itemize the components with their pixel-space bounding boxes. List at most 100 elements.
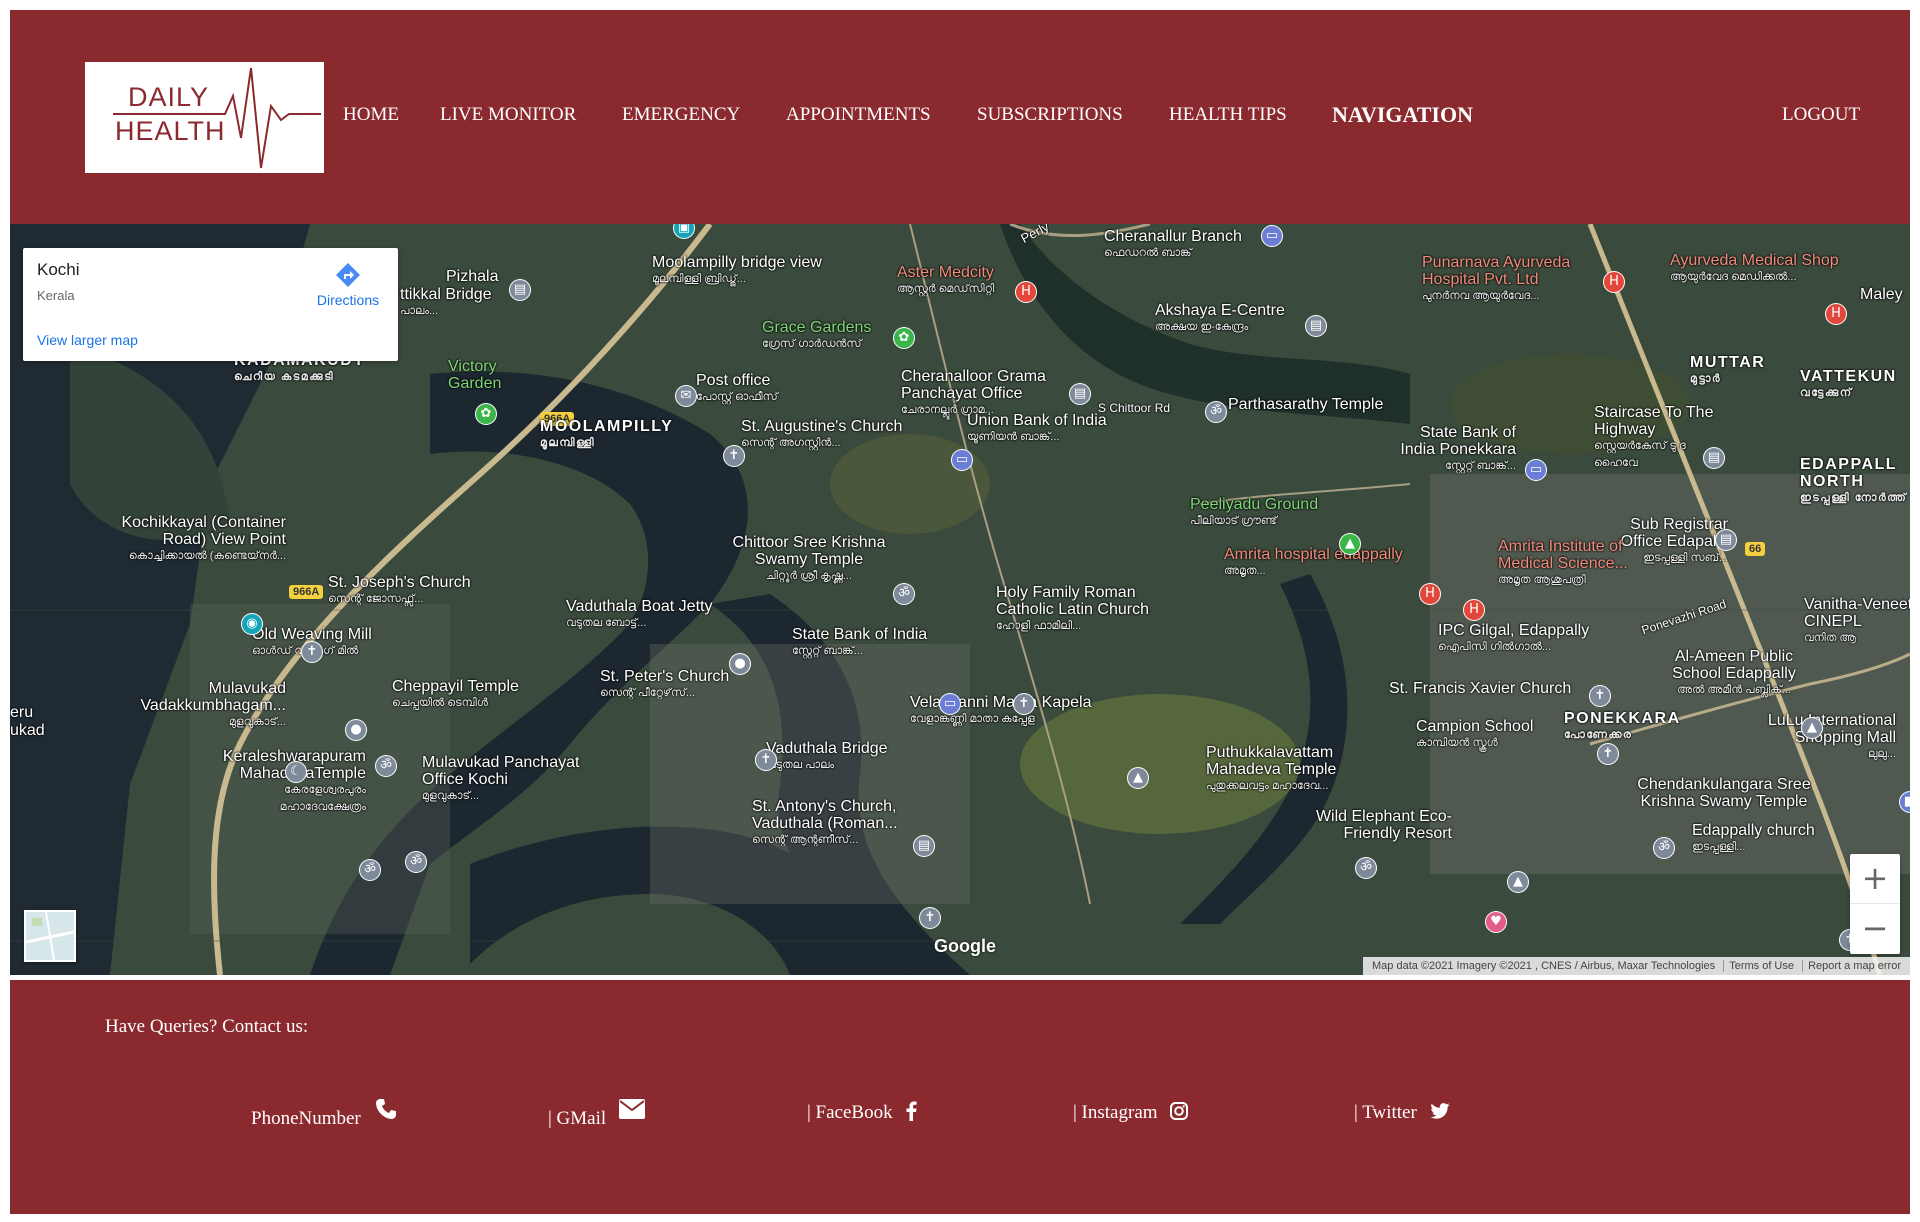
twitter-contact[interactable]: | Twitter [1354,1102,1450,1124]
church-pin-icon[interactable]: ✝ [724,446,744,466]
church-pin-icon[interactable]: ✝ [1014,694,1034,714]
map-label[interactable]: Parthasarathy Temple [1228,396,1383,413]
map-label[interactable]: IPC Gilgal, Edappally ഐപിസി ഗിൽഗാൽ... [1438,622,1589,656]
map-label[interactable]: Pizhala [446,268,498,285]
bank-pin-icon[interactable]: ▭ [952,450,972,470]
map-pin-icon[interactable]: ▤ [1306,316,1326,336]
map-label[interactable]: St. Augustine's Church സെന്റ് അഗസ്റ്റിൻ..… [741,418,902,452]
church-pin-icon[interactable]: ✝ [302,642,322,662]
temple-pin-icon[interactable]: ॐ [1654,838,1674,858]
temple-pin-icon[interactable]: ॐ [894,584,914,604]
terms-of-use-link[interactable]: Terms of Use [1723,960,1799,972]
map-label[interactable]: Chittoor Sree Krishna Swamy Temple ചിറ്റൂ… [724,534,894,585]
map-label[interactable]: Post office പോസ്റ്റ് ഓഫീസ് [696,372,778,406]
map-label[interactable]: Mulavukad Vadakkumbhagam... മുളവുകാട്... [116,680,286,731]
embedded-map[interactable]: 966A 966A 66 Moolampilly bridge view മൂലമ… [10,224,1910,975]
map-label[interactable]: Puthukkalavattam Mahadeva Temple പുതുക്കല… [1206,744,1356,795]
map-label[interactable]: Mulavukad Panchayat Office Kochi മുളവുകാട… [422,754,612,805]
church-pin-icon[interactable]: ✝ [756,750,776,770]
map-label[interactable]: Vaduthala Bridge വടുതല പാലം [766,740,888,774]
church-pin-icon[interactable]: ✝ [920,908,940,928]
resort-pin-icon[interactable]: ♥ [1486,912,1506,932]
park-pin-icon[interactable]: ✿ [476,404,496,424]
map-label[interactable]: Grace Gardens ഗ്രേസ് ഗാർഡൻസ് [762,319,871,353]
map-label[interactable]: Cheppayil Temple ചെപ്പയിൽ ടെമ്പിൾ [392,678,519,712]
school-pin-icon[interactable]: ▲ [1508,872,1528,892]
nav-subscriptions[interactable]: SUBSCRIPTIONS [977,104,1123,126]
facebook-contact[interactable]: | FaceBook [807,1101,917,1124]
map-label[interactable]: Wild Elephant Eco-Friendly Resort [1312,808,1452,842]
hospital-pin-icon[interactable]: H [1016,282,1036,302]
park-pin-icon[interactable]: ▲ [1340,534,1360,554]
bank-pin-icon[interactable]: ▭ [1262,226,1282,246]
map-label[interactable]: Amrita hospital edappally അമൃത... [1224,546,1403,580]
hospital-pin-icon[interactable]: H [1420,584,1440,604]
nav-navigation[interactable]: NAVIGATION [1332,102,1473,128]
map-label[interactable]: MOOLAMPILLY മൂലമ്പിള്ളി [540,418,673,452]
map-label[interactable]: Union Bank of India യൂണിയൻ ബാങ്ക്... [967,412,1107,446]
map-label[interactable]: Kochikkayal (Container Road) View Point ക… [96,514,286,565]
map-label[interactable]: Holy Family Roman Catholic Latin Church ഹ… [996,584,1176,635]
map-label[interactable]: St. Peter's Church സെന്റ് പീറ്റേഴ്‌സ്... [600,668,729,702]
map-label[interactable]: Peeliyadu Ground പീലിയാട് ഗ്രൗണ്ട് [1190,496,1318,530]
viewpoint-pin-icon[interactable]: ◉ [242,614,262,634]
map-pin-icon[interactable]: ▤ [510,280,530,300]
nav-appointments[interactable]: APPOINTMENTS [786,104,931,126]
map-pin-icon[interactable]: ▤ [1704,448,1724,468]
temple-pin-icon[interactable]: ॐ [360,860,380,880]
map-pin-icon[interactable]: ● [730,654,750,674]
map-label[interactable]: State Bank of India Ponekkara സ്റ്റേറ്റ് … [1386,424,1516,475]
map-pin-icon[interactable]: ▤ [1716,530,1736,550]
church-pin-icon[interactable]: ✝ [1590,686,1610,706]
brand-logo[interactable]: DAILY HEALTH [85,62,324,173]
map-label[interactable]: ttikkal Bridge പാലം... [400,286,492,320]
logout-link[interactable]: LOGOUT [1782,104,1860,126]
school-pin-icon[interactable]: ▲ [1802,718,1822,738]
instagram-contact[interactable]: | Instagram [1073,1101,1189,1124]
map-label[interactable]: PONEKKARA പോണേക്കര [1564,710,1681,744]
map-label[interactable]: S Chittoor Rd [1098,400,1170,417]
map-label[interactable]: Maley [1860,286,1903,303]
church-pin-icon[interactable]: ✝ [1598,744,1618,764]
directions-button[interactable]: Directions [313,262,383,308]
post-office-pin-icon[interactable]: ✉ [676,386,696,406]
map-label[interactable]: Edappally church ഇടപ്പള്ളി... [1692,822,1815,856]
nav-live-monitor[interactable]: LIVE MONITOR [440,104,576,126]
zoom-out-button[interactable]: − [1850,904,1900,953]
nav-home[interactable]: HOME [343,104,399,126]
map-label[interactable]: St. Antony's Church, Vaduthala (Roman...… [752,798,922,849]
bank-pin-icon[interactable]: ▭ [1526,460,1546,480]
map-label[interactable]: Vaduthala Boat Jetty വടുതല ബോട്ട്... [566,598,712,632]
bank-pin-icon[interactable]: ▭ [940,694,960,714]
map-label[interactable]: Akshaya E-Centre അക്ഷയ ഇ-കേന്ദ്രം [1155,302,1285,336]
map-label[interactable]: St. Joseph's Church സെന്റ് ജോസഫ്സ്... [328,574,471,608]
park-pin-icon[interactable]: ✿ [894,328,914,348]
temple-pin-icon[interactable]: ▲ [1128,768,1148,788]
phone-contact[interactable]: PhoneNumber [251,1098,398,1130]
map-label[interactable]: St. Francis Xavier Church [1389,680,1571,697]
view-larger-map-link[interactable]: View larger map [37,332,138,348]
map-label[interactable]: Velankanni Matha Kapela വേളാങ്കണ്ണി മാതാ … [910,694,1091,728]
hospital-pin-icon[interactable]: H [1464,600,1484,620]
map-label[interactable]: Campion School കാമ്പിയൻ സ്കൂൾ [1416,718,1533,752]
map-label[interactable]: Al-Ameen Public School Edappally അൽ അമീൻ … [1664,648,1804,699]
map-pin-icon[interactable]: ▤ [1070,384,1090,404]
map-label[interactable]: Aster Medcity ആസ്റ്റർ മെഡ്‌സിറ്റി [897,264,994,298]
map-label[interactable]: LuLu International Shopping Mall ലുലു... [1756,712,1896,763]
report-map-error-link[interactable]: Report a map error [1802,960,1906,972]
map-label[interactable]: Keraleshwarapuram MahadevaTempleകേരളേശ്വ… [196,748,366,816]
map-label[interactable]: MUTTAR മുട്ടാർ [1690,354,1765,388]
map-label[interactable]: Punarnava Ayurveda Hospital Pvt. Ltd പുനർ… [1422,254,1602,305]
temple-pin-icon[interactable]: ॐ [1206,402,1226,422]
map-label[interactable]: Ayurveda Medical Shop ആയുർവേദ മെഡിക്കൽ... [1670,252,1839,286]
nav-emergency[interactable]: EMERGENCY [622,104,740,126]
nav-health-tips[interactable]: HEALTH TIPS [1169,104,1287,126]
map-label[interactable]: Victory Garden [448,358,508,392]
gmail-contact[interactable]: | GMail [548,1098,645,1130]
map-label[interactable]: VATTEKUN വട്ടേക്കുന് [1800,368,1897,402]
map-label[interactable]: eru [10,704,33,721]
map-label[interactable]: Amrita Institute of Medical Science... അമ… [1498,538,1648,589]
zoom-in-button[interactable]: + [1850,854,1900,904]
map-pin-icon[interactable]: ● [346,720,366,740]
map-label[interactable]: Chendankulangara Sree Krishna Swamy Temp… [1624,776,1824,810]
